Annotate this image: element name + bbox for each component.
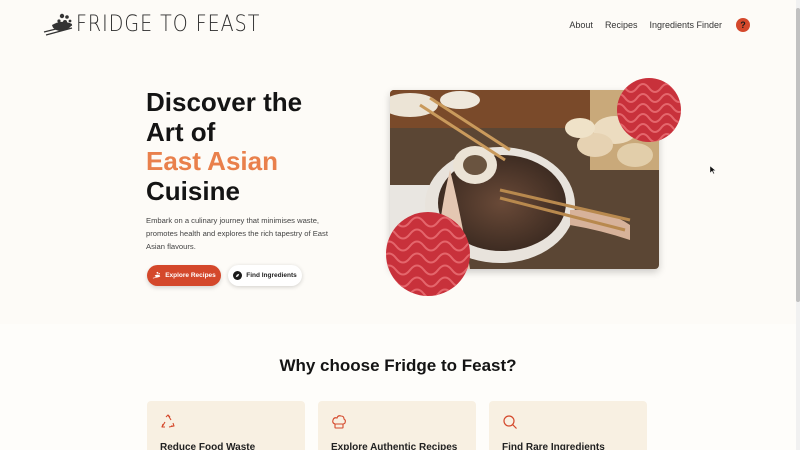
hero-section: Discover the Art of East Asian Cuisine E… — [0, 52, 796, 324]
scrollbar-thumb[interactable] — [796, 8, 800, 302]
mouse-cursor-icon — [710, 166, 716, 174]
main-nav: About Recipes Ingredients Finder ? — [557, 18, 750, 32]
explore-recipes-label: Explore Recipes — [165, 272, 216, 279]
brand-name: FRIDGE TO FEAST — [76, 11, 261, 37]
search-icon — [503, 415, 517, 429]
why-section: Why choose Fridge to Feast? Reduce Food … — [0, 324, 796, 450]
nav-recipes[interactable]: Recipes — [605, 20, 638, 30]
recycle-icon — [161, 414, 175, 428]
feature-card-title: Explore Authentic Recipes — [331, 442, 458, 450]
dumpling-icon — [153, 271, 161, 279]
why-title: Why choose Fridge to Feast? — [279, 356, 517, 375]
site-header: FRIDGE TO FEAST About Recipes Ingredient… — [0, 0, 796, 52]
wave-pattern-circle-bottom — [386, 212, 470, 296]
find-ingredients-label: Find Ingredients — [246, 272, 297, 279]
feature-card-rare-ingredients: Find Rare Ingredients — [489, 401, 647, 450]
hero-title-accent: East Asian — [146, 146, 278, 176]
feature-card-authentic-recipes: Explore Authentic Recipes — [318, 401, 476, 450]
hero-title: Discover the Art of East Asian Cuisine — [146, 87, 303, 206]
feature-card-title: Reduce Food Waste — [160, 442, 256, 450]
hero-title-line-1: Discover the — [146, 87, 303, 117]
page-scrollbar[interactable] — [796, 0, 800, 450]
help-button[interactable]: ? — [736, 18, 750, 32]
brand-logo[interactable]: FRIDGE TO FEAST — [42, 10, 260, 38]
dumpling-logo-icon — [43, 13, 73, 36]
find-ingredients-button[interactable]: Find Ingredients — [228, 265, 302, 286]
hero-description: Embark on a culinary journey that minimi… — [146, 216, 328, 251]
compass-icon — [233, 271, 243, 280]
explore-recipes-button[interactable]: Explore Recipes — [147, 265, 221, 286]
wave-pattern-circle-top — [617, 78, 681, 142]
hero-title-line-4: Cuisine — [146, 175, 240, 206]
nav-ingredients-finder[interactable]: Ingredients Finder — [649, 20, 722, 30]
hero-title-line-2: Art of — [146, 116, 216, 147]
nav-about[interactable]: About — [569, 20, 593, 30]
chef-hat-icon — [332, 415, 346, 429]
feature-card-title: Find Rare Ingredients — [502, 442, 605, 450]
feature-card-reduce-waste: Reduce Food Waste — [147, 401, 305, 450]
